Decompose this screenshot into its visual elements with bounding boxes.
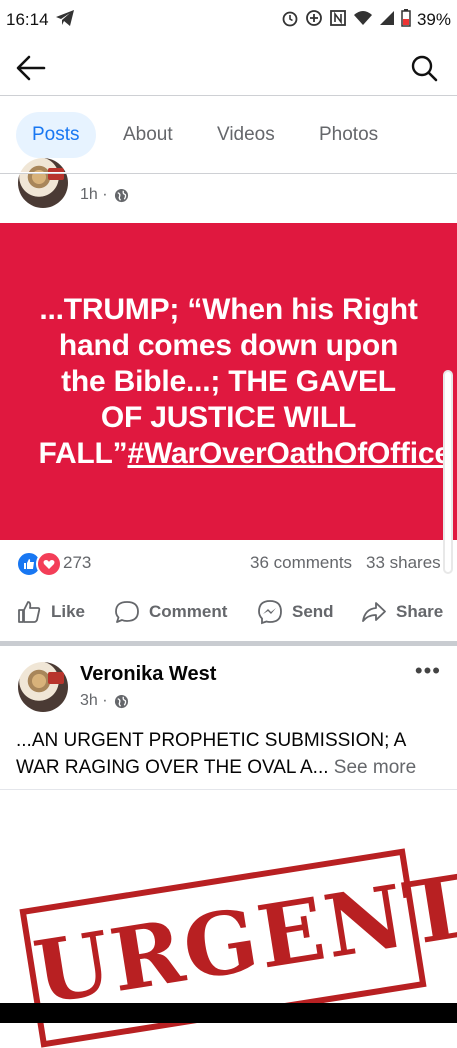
- globe-icon: [114, 694, 128, 708]
- love-reaction-icon: [36, 551, 62, 577]
- post-banner[interactable]: ...TRUMP; “When his Right hand comes dow…: [0, 223, 457, 540]
- hashtag-link[interactable]: #WarOverOathOfOffice: [128, 437, 452, 470]
- system-nav-bar: [0, 1003, 457, 1023]
- comment-icon: [115, 601, 139, 623]
- globe-icon: [114, 188, 128, 202]
- battery-percent: 39%: [416, 10, 451, 29]
- header-divider: [0, 95, 457, 96]
- post2-time: 3h ·: [80, 692, 108, 709]
- comment-button[interactable]: Comment: [114, 590, 227, 634]
- like-label: Like: [51, 602, 86, 621]
- send-label: Send: [292, 602, 334, 621]
- telegram-icon: [55, 9, 75, 32]
- more-dots-icon[interactable]: •••: [415, 660, 441, 682]
- top-bar: [0, 40, 457, 96]
- battery-icon: [401, 8, 411, 32]
- shares-count[interactable]: 33 shares: [366, 553, 441, 573]
- post2-image[interactable]: URGENT: [0, 790, 457, 1048]
- reactions[interactable]: [16, 551, 62, 577]
- messenger-icon: [258, 600, 282, 625]
- see-more-link[interactable]: See more: [334, 757, 416, 778]
- send-button[interactable]: Send: [257, 590, 334, 634]
- post-separator: [0, 641, 457, 646]
- post-meta: 1h ·: [80, 186, 129, 204]
- tab-about[interactable]: About: [107, 112, 189, 158]
- alarm-icon: [281, 9, 299, 32]
- author-name[interactable]: Veronika West: [80, 663, 216, 686]
- share-icon: [362, 602, 386, 622]
- tab-posts[interactable]: Posts: [16, 112, 96, 158]
- avatar[interactable]: [18, 158, 68, 208]
- comment-label: Comment: [149, 602, 228, 621]
- urgent-stamp-text: URGENT: [27, 855, 457, 1024]
- comments-count[interactable]: 36 comments: [250, 553, 352, 573]
- author-avatar[interactable]: [18, 662, 68, 712]
- tabs-divider-line: [0, 173, 457, 174]
- clock: 16:14: [6, 10, 49, 29]
- post2-meta: 3h ·: [80, 692, 129, 710]
- profile-tabs: Posts About Videos Photos: [0, 110, 457, 160]
- arrow-left-icon[interactable]: [14, 52, 48, 84]
- post-actions: Like Comment Send Share: [0, 590, 457, 634]
- tab-videos[interactable]: Videos: [201, 112, 291, 158]
- search-icon[interactable]: [409, 52, 439, 84]
- wifi-icon: [353, 10, 373, 31]
- signal-icon: [379, 10, 395, 31]
- like-button[interactable]: Like: [16, 590, 85, 634]
- banner-text: ...TRUMP; “When his Right hand comes dow…: [39, 292, 452, 472]
- share-label: Share: [396, 602, 444, 621]
- data-saver-icon: [305, 9, 323, 32]
- tab-photos[interactable]: Photos: [303, 112, 394, 158]
- share-button[interactable]: Share: [361, 590, 443, 634]
- status-bar: 16:14 39%: [0, 0, 457, 40]
- scrollbar[interactable]: [443, 370, 453, 574]
- post-time: 1h ·: [80, 186, 108, 203]
- post2-text: ...AN URGENT PROPHETIC SUBMISSION; A WAR…: [16, 727, 441, 781]
- nfc-icon: [329, 9, 347, 32]
- thumbs-up-icon: [18, 601, 41, 623]
- reaction-count[interactable]: 273: [63, 553, 91, 573]
